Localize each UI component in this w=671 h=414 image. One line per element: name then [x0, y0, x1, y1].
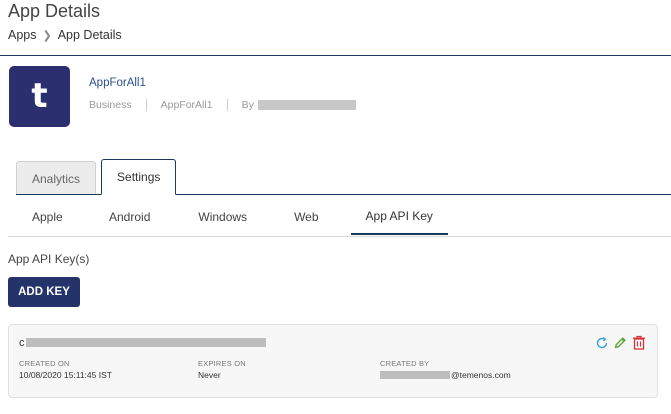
- expires-on-value: Never: [198, 370, 221, 380]
- subtab-apple[interactable]: Apple: [32, 199, 63, 235]
- subtab-app-api-key[interactable]: App API Key: [350, 199, 448, 235]
- created-by-email-domain: @temenos.com: [451, 370, 511, 380]
- app-logo-letter: t: [31, 75, 48, 116]
- api-key-visible-prefix: c: [19, 336, 25, 349]
- tab-settings[interactable]: Settings: [101, 159, 177, 195]
- app-meta: Business AppForAll1 By: [89, 99, 356, 111]
- redacted-email-user: [380, 371, 450, 379]
- breadcrumb-apps-link[interactable]: Apps: [8, 28, 37, 42]
- header-divider: [0, 55, 671, 56]
- chevron-right-icon: ❯: [42, 29, 52, 42]
- created-by-value: @temenos.com: [380, 370, 511, 380]
- meta-divider: [226, 99, 228, 111]
- app-name: AppForAll1: [89, 77, 146, 89]
- api-keys-section-label: App API Key(s): [8, 252, 90, 266]
- key-actions: [595, 335, 647, 350]
- created-on-value: 10/08/2020 15:11:45 IST: [19, 370, 112, 380]
- subtab-web[interactable]: Web: [294, 199, 318, 235]
- app-identifier: AppForAll1: [160, 99, 213, 111]
- app-by-label: By: [241, 99, 254, 111]
- redacted-author: [257, 100, 356, 110]
- add-key-button[interactable]: ADD KEY: [8, 277, 80, 307]
- created-on-label: CREATED ON: [19, 359, 70, 368]
- tab-analytics[interactable]: Analytics: [16, 161, 97, 195]
- subtab-android[interactable]: Android: [109, 199, 150, 235]
- delete-icon[interactable]: [631, 335, 647, 350]
- api-key-card: c CREATED ON 10/08/2020 15:11:45 IST EXP…: [8, 324, 658, 398]
- breadcrumb-current: App Details: [57, 28, 122, 42]
- app-logo: t: [9, 66, 70, 127]
- breadcrumb: Apps ❯ App Details: [8, 28, 122, 42]
- created-by-label: CREATED BY: [380, 359, 430, 368]
- subtabs-divider: [8, 236, 671, 237]
- edit-icon[interactable]: [613, 336, 627, 350]
- platform-subtabs: Apple Android Windows Web App API Key: [8, 199, 448, 235]
- redacted-api-key: [25, 338, 266, 347]
- page-title: App Details: [8, 1, 101, 21]
- app-category: Business: [89, 99, 132, 111]
- meta-divider: [145, 99, 147, 111]
- expires-on-label: EXPIRES ON: [198, 359, 246, 368]
- api-key-value[interactable]: c: [19, 336, 266, 349]
- main-tabs: Analytics Settings: [16, 159, 181, 195]
- subtab-windows[interactable]: Windows: [198, 199, 247, 235]
- refresh-icon[interactable]: [595, 336, 609, 350]
